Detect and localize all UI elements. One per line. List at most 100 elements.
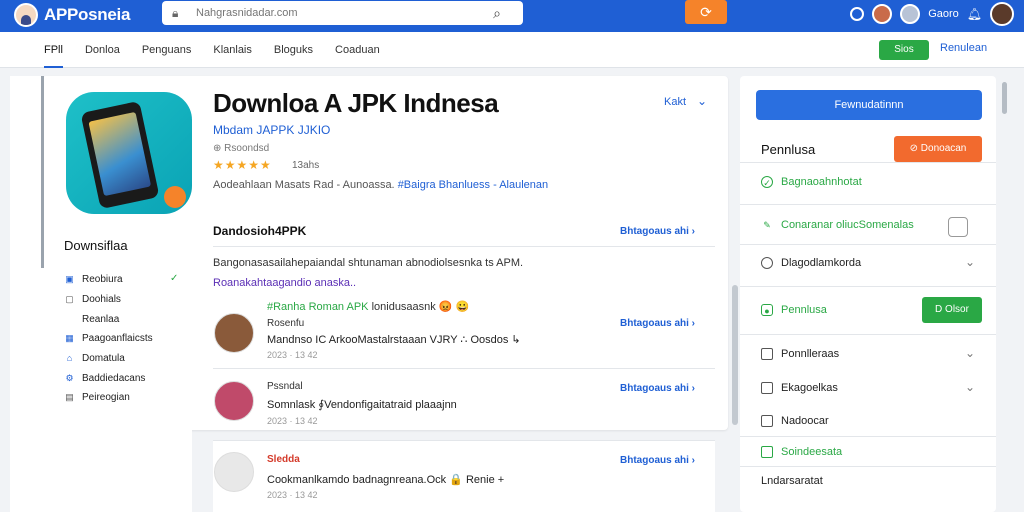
description-line-2[interactable]: Roanakahtaagandio anaska.. bbox=[213, 277, 356, 289]
home-icon: ⌂ bbox=[66, 353, 73, 363]
right-scrollbar[interactable] bbox=[1002, 82, 1007, 114]
panel-row-label: Ekagoelkas bbox=[781, 382, 838, 394]
sidebar-item[interactable]: ⌂ Domatula bbox=[64, 353, 125, 364]
rating-count: 13ahs bbox=[292, 160, 320, 171]
divider bbox=[740, 466, 996, 467]
review-link[interactable]: Bhtagoaus ahi › bbox=[620, 383, 695, 394]
clock-icon bbox=[761, 257, 773, 269]
review-date: 2023 · 13 42 bbox=[267, 416, 318, 426]
review-link[interactable]: Bhtagoaus ahi › bbox=[620, 455, 695, 466]
main-scrollbar[interactable] bbox=[732, 285, 738, 425]
panel-row[interactable]: Ponnlleraas bbox=[761, 348, 839, 360]
panel-row[interactable]: Ekagoelkas bbox=[761, 382, 838, 394]
chevron-down-icon[interactable]: ⌄ bbox=[965, 346, 975, 360]
tagline-text: Aodeahlaan Masats Rad - Aunoassa. bbox=[213, 179, 395, 191]
tab-blog[interactable]: Bloguks bbox=[274, 32, 313, 68]
avatar-secondary[interactable] bbox=[900, 4, 921, 24]
sidebar-item-label: Peireogian bbox=[82, 392, 130, 403]
sidebar-item[interactable]: ▦ Paagoanflaicsts bbox=[64, 333, 153, 344]
panel-row-label: Ponnlleraas bbox=[781, 348, 840, 360]
divider bbox=[740, 436, 996, 437]
sidebar-item[interactable]: ▢ Doohials bbox=[64, 294, 121, 305]
description-heading: Dandosioh4PPK bbox=[213, 224, 307, 238]
review-tag: #Ranha Roman APK lonidusaasnk 😡 😀 bbox=[267, 300, 469, 313]
sidebar-item-label: Reanlaa bbox=[82, 314, 120, 325]
rating-stars: ★★★★★ bbox=[213, 158, 272, 172]
check-icon: ✓ bbox=[170, 273, 179, 284]
nav-green-button[interactable]: Sios bbox=[879, 40, 929, 60]
checkbox[interactable] bbox=[948, 217, 968, 237]
notification-button[interactable]: ⟳ bbox=[685, 0, 727, 24]
panel-row[interactable]: ✓ Bagnaoahnhotat bbox=[761, 176, 862, 188]
panel-footer-text: Lndarsaratat bbox=[761, 475, 823, 487]
tab-guides[interactable]: Coaduan bbox=[335, 32, 380, 68]
review-date: 2023 · 13 42 bbox=[267, 350, 318, 360]
reviewer-avatar[interactable] bbox=[214, 452, 254, 492]
review-link-text: Bhtagoaus ahi bbox=[620, 318, 689, 329]
orange-button-label: Donoacan bbox=[920, 143, 967, 154]
sidebar-item-label: Paagoanflaicsts bbox=[82, 333, 153, 344]
document-icon: ▤ bbox=[65, 392, 74, 402]
clock-icon[interactable] bbox=[850, 7, 865, 21]
panel-row[interactable]: ● Pennlusa bbox=[761, 304, 827, 316]
divider bbox=[740, 334, 996, 335]
review-tag-label[interactable]: #Ranha Roman APK bbox=[267, 301, 369, 313]
right-panel-heading: Pennlusa bbox=[761, 142, 816, 157]
grid-icon: ▦ bbox=[65, 333, 74, 343]
user-label[interactable]: Gaoro bbox=[928, 8, 959, 20]
divider bbox=[740, 162, 996, 163]
phone-icon bbox=[80, 100, 160, 210]
tab-home[interactable]: FPll bbox=[44, 32, 63, 68]
divider bbox=[213, 246, 715, 247]
sidebar-item-label: Doohials bbox=[82, 294, 121, 305]
tab-apps[interactable]: Klanlais bbox=[213, 32, 252, 68]
description-link[interactable]: Bhtagoaus ahi › bbox=[620, 226, 695, 237]
search-input[interactable] bbox=[196, 7, 486, 19]
panel-row-label: Bagnaoahnhotat bbox=[781, 176, 862, 188]
search-icon[interactable]: ⌕ bbox=[493, 5, 501, 22]
logo-avatar-icon bbox=[14, 3, 38, 27]
tagline-tags[interactable]: #Baigra Bhanluess - Alaulenan bbox=[398, 179, 548, 191]
check-square-icon bbox=[761, 415, 773, 427]
reviewer-avatar[interactable] bbox=[214, 381, 254, 421]
left-edge-panel bbox=[10, 76, 44, 268]
app-title: Downloa A JPK Indnesa bbox=[213, 88, 499, 118]
nav-link[interactable]: Renulean bbox=[940, 42, 987, 54]
sidebar-item[interactable]: ▤ Peireogian bbox=[64, 392, 130, 403]
panel-row[interactable]: ✎ Conaranar oliucSomenalas bbox=[761, 219, 913, 231]
sidebar-item[interactable]: ⚙ Baddiedacans bbox=[64, 373, 145, 384]
tab-games[interactable]: Penguans bbox=[142, 32, 192, 68]
app-logo[interactable]: APPosneia bbox=[14, 3, 130, 27]
sidebar-item[interactable]: ▣ Reobiura bbox=[64, 274, 123, 285]
app-meta-text: Rsoondsd bbox=[224, 143, 270, 154]
panel-row[interactable]: Nadoocar bbox=[761, 415, 829, 427]
review-link[interactable]: Bhtagoaus ahi › bbox=[620, 318, 695, 329]
chevron-down-icon[interactable]: ⌄ bbox=[965, 255, 975, 269]
chevron-down-icon[interactable]: ⌄ bbox=[965, 380, 975, 394]
orange-download-button[interactable]: ⊘ Donoacan bbox=[894, 136, 982, 162]
profile-avatar[interactable] bbox=[990, 2, 1014, 26]
status-icon: ● bbox=[761, 304, 773, 316]
panel-row[interactable]: Soindeesata bbox=[761, 446, 842, 458]
review-text: Cookmanlkamdo badnagnreana.Ock 🔒 Renie + bbox=[267, 474, 505, 486]
reviewer-name: Rosenfu bbox=[267, 318, 305, 329]
bell-icon[interactable]: 🔔︎ bbox=[967, 7, 982, 21]
shield-icon: ✓ bbox=[761, 176, 773, 188]
description-link-text: Bhtagoaus ahi bbox=[620, 226, 689, 237]
search-bar[interactable]: 🔒︎ ⌕ bbox=[162, 1, 523, 25]
primary-download-button[interactable]: Fewnudatinnn bbox=[756, 90, 982, 120]
chevron-down-icon[interactable]: ⌄ bbox=[697, 94, 707, 108]
green-action-button[interactable]: D Olsor bbox=[922, 297, 982, 323]
divider bbox=[213, 368, 715, 369]
tab-download[interactable]: Donloa bbox=[85, 32, 120, 68]
avatar[interactable] bbox=[872, 4, 893, 24]
sidebar-heading: Downsiflaa bbox=[64, 238, 128, 253]
app-subtitle[interactable]: Mbdam JAPPK JJKIO bbox=[213, 123, 330, 137]
app-badge-icon bbox=[164, 186, 186, 208]
logo-text: APPosneia bbox=[44, 5, 131, 24]
sidebar-item-label: Reobiura bbox=[82, 274, 123, 285]
panel-row[interactable]: Dlagodlamkorda bbox=[761, 257, 861, 269]
kakt-dropdown[interactable]: Kakt bbox=[664, 96, 686, 108]
reviewer-avatar[interactable] bbox=[214, 313, 254, 353]
sidebar-item[interactable]: Reanlaa bbox=[82, 314, 119, 325]
